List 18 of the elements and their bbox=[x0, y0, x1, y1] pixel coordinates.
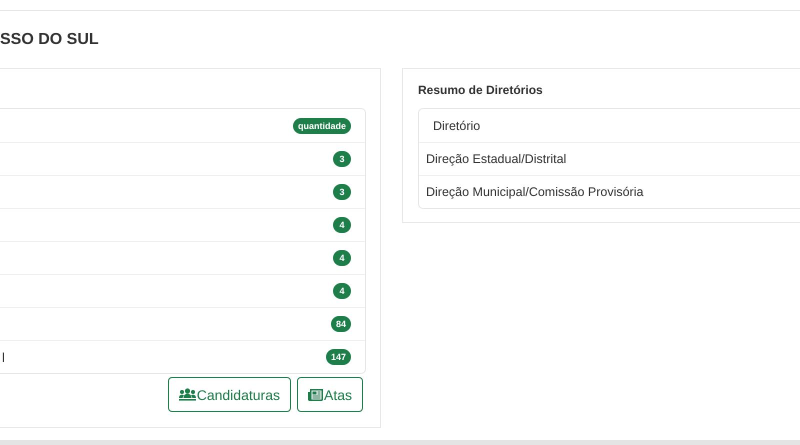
users-icon bbox=[178, 388, 196, 401]
candidaturas-button[interactable]: Candidaturas bbox=[168, 377, 291, 412]
count-badge: 4 bbox=[333, 283, 351, 299]
page-title: SSO DO SUL bbox=[0, 30, 99, 50]
count-badge: 3 bbox=[333, 151, 351, 167]
column-badge: quantidade bbox=[292, 118, 351, 134]
table-cell: Direção Municipal/Comissão Provisória bbox=[419, 175, 800, 208]
count-badge: 4 bbox=[333, 217, 351, 233]
row-label: l bbox=[2, 350, 5, 364]
table-cell: Direção Estadual/Distrital bbox=[419, 142, 800, 175]
newspaper-icon bbox=[308, 388, 323, 401]
count-badge: 84 bbox=[330, 316, 351, 332]
column-header: Diretório bbox=[432, 118, 482, 134]
count-badge: 4 bbox=[333, 250, 351, 266]
card-title: Resumo de Diretórios bbox=[418, 83, 544, 99]
count-badge: 147 bbox=[326, 349, 351, 365]
count-badge: 3 bbox=[333, 184, 351, 200]
atas-button[interactable]: Atas bbox=[296, 377, 363, 412]
